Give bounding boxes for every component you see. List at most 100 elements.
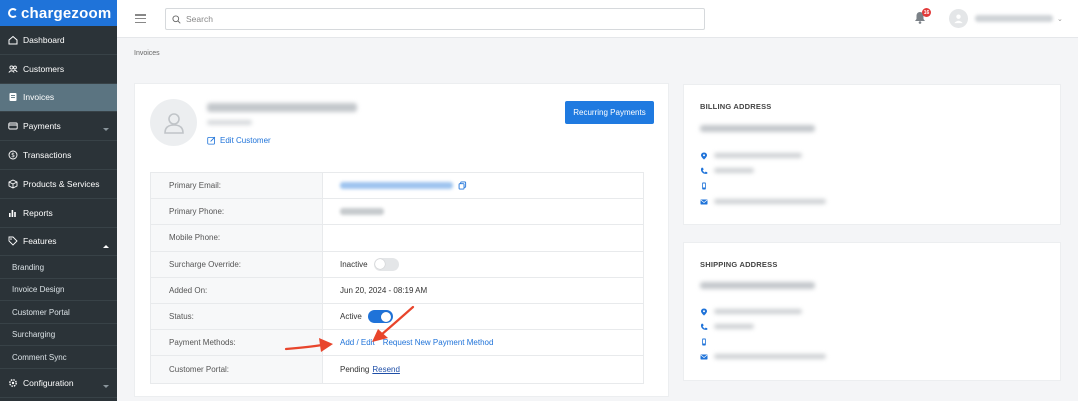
status-value: Active (323, 304, 643, 329)
email-redacted[interactable] (340, 182, 453, 190)
sidebar-item-transactions[interactable]: $ Transactions (0, 141, 117, 170)
payment-methods-value: Add / Edit Request New Payment Method (323, 330, 643, 355)
gear-icon (8, 378, 18, 388)
mobile-phone-label: Mobile Phone: (151, 225, 323, 251)
chevron-down-icon: ⌄ (1057, 15, 1063, 23)
billing-address-card: BILLING ADDRESS (683, 84, 1061, 225)
phone-icon (700, 323, 708, 331)
location-icon (700, 152, 708, 160)
edit-customer-label: Edit Customer (220, 136, 271, 145)
notification-badge: 16 (922, 8, 931, 17)
search-box[interactable] (165, 8, 705, 30)
tag-icon (8, 236, 18, 247)
user-icon (954, 14, 963, 24)
bar-chart-icon (8, 208, 18, 218)
phone-icon (700, 167, 708, 175)
sidebar-item-label: Invoices (23, 92, 55, 103)
customer-avatar (150, 99, 197, 146)
logo-icon (8, 8, 18, 18)
sidebar-item-dashboard[interactable]: Dashboard (0, 26, 117, 55)
added-on-value: Jun 20, 2024 - 08:19 AM (340, 285, 428, 295)
shipping-address-card: SHIPPING ADDRESS (683, 242, 1061, 381)
table-row: Mobile Phone: (151, 225, 643, 252)
box-icon (8, 179, 18, 189)
mobile-icon (700, 182, 708, 190)
home-icon (8, 35, 18, 45)
customer-id-redacted (207, 120, 252, 125)
chevron-down-icon (103, 381, 109, 391)
primary-phone-value (323, 199, 643, 224)
sidebar-item-reports[interactable]: Reports (0, 199, 117, 228)
shipping-address-title: SHIPPING ADDRESS (700, 260, 778, 269)
sidebar-item-label: Payments (23, 121, 61, 132)
primary-email-value (323, 173, 643, 198)
customer-portal-label: Customer Portal: (151, 356, 323, 383)
sidebar-subitem-comment-sync[interactable]: Comment Sync (0, 346, 117, 369)
billing-address-title: BILLING ADDRESS (700, 102, 772, 111)
surcharge-override-label: Surcharge Override: (151, 251, 323, 277)
logo-text: chargezoom (21, 4, 112, 22)
sidebar-item-label: Reports (23, 207, 53, 218)
shipping-email-redacted (714, 354, 826, 359)
added-on-label: Added On: (151, 277, 323, 303)
billing-phone-redacted (714, 168, 754, 173)
primary-phone-label: Primary Phone: (151, 199, 323, 225)
shipping-phone-redacted (714, 324, 754, 329)
sidebar-subitem-surcharging[interactable]: Surcharging (0, 324, 117, 347)
top-bar: 16 ⌄ (117, 0, 1078, 38)
table-row: Surcharge Override: Inactive (151, 251, 643, 278)
customer-name-redacted (207, 103, 357, 112)
sidebar-subitem-customer-portal[interactable]: Customer Portal (0, 301, 117, 324)
shipping-name-redacted (700, 282, 815, 289)
add-edit-payment-link[interactable]: Add / Edit (340, 338, 375, 347)
app-logo[interactable]: chargezoom (0, 0, 117, 26)
surcharge-toggle[interactable] (373, 257, 399, 271)
billing-name-redacted (700, 125, 815, 132)
email-icon (700, 353, 708, 361)
sidebar-item-products[interactable]: Products & Services (0, 170, 117, 199)
sidebar-item-configuration[interactable]: Configuration (0, 369, 117, 398)
payment-methods-label: Payment Methods: (151, 330, 323, 356)
email-icon (700, 198, 708, 206)
phone-redacted (340, 208, 384, 216)
user-menu[interactable]: ⌄ (949, 9, 1063, 28)
location-icon (700, 308, 708, 316)
sidebar-item-customers[interactable]: Customers (0, 55, 117, 84)
portal-status-text: Pending (340, 364, 370, 374)
copy-icon[interactable] (458, 181, 467, 190)
status-label: Status: (151, 303, 323, 330)
sidebar-subitem-invoice-design[interactable]: Invoice Design (0, 279, 117, 302)
table-row: Primary Phone: (151, 199, 643, 226)
shipping-street-redacted (714, 309, 802, 314)
recurring-payments-button[interactable]: Recurring Payments (565, 101, 654, 124)
resend-link[interactable]: Resend (372, 365, 400, 374)
sidebar-item-label: Transactions (23, 150, 72, 161)
search-icon (172, 14, 181, 24)
edit-customer-link[interactable]: Edit Customer (207, 136, 271, 145)
table-row: Primary Email: (151, 173, 643, 200)
sidebar-item-features[interactable]: Features (0, 228, 117, 257)
primary-email-label: Primary Email: (151, 173, 323, 199)
invoice-icon (8, 92, 18, 102)
svg-text:$: $ (11, 152, 15, 159)
search-input[interactable] (186, 14, 686, 24)
status-toggle[interactable] (367, 310, 393, 324)
sidebar-item-label: Customers (23, 63, 65, 74)
sidebar-subitem-branding[interactable]: Branding (0, 256, 117, 279)
sidebar-item-label: Dashboard (23, 34, 65, 45)
sidebar: chargezoom Dashboard Customers Invoices … (0, 0, 117, 401)
billing-street-redacted (714, 153, 802, 158)
user-icon (163, 112, 184, 134)
request-payment-method-link[interactable]: Request New Payment Method (383, 338, 494, 347)
sidebar-item-payments[interactable]: Payments (0, 112, 117, 142)
edit-icon (207, 136, 216, 145)
table-row: Payment Methods: Add / Edit Request New … (151, 330, 643, 357)
billing-email-redacted (714, 199, 826, 204)
menu-icon[interactable] (135, 14, 146, 24)
sidebar-item-invoices[interactable]: Invoices (0, 83, 117, 113)
sidebar-item-label: Products & Services (23, 178, 100, 189)
mobile-icon (700, 338, 708, 346)
table-row: Customer Portal: Pending Resend (151, 356, 643, 383)
notifications-button[interactable]: 16 (914, 8, 931, 25)
breadcrumb[interactable]: Invoices (134, 50, 160, 57)
